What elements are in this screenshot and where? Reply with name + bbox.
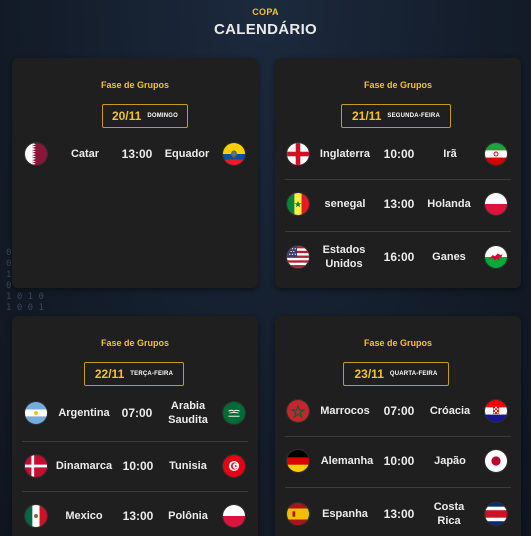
- match-time: 07:00: [121, 406, 153, 420]
- germany-flag-icon: [286, 449, 310, 473]
- away-team-name: Polônia: [168, 510, 208, 522]
- match-row[interactable]: Catar 13:00 Equador: [12, 129, 258, 179]
- poland-flag-icon: [222, 504, 246, 528]
- home-team-name: Inglaterra: [319, 148, 371, 160]
- away-team-name: Tunisia: [169, 460, 207, 472]
- date-badge: 21/11 SEGUNDA-FEIRA: [341, 104, 451, 128]
- weekday-label: DOMINGO: [147, 113, 179, 119]
- away-team-name: Japão: [434, 455, 466, 467]
- match-row[interactable]: Alemanha 10:00 Japão: [275, 436, 521, 486]
- match-time: 07:00: [383, 404, 415, 418]
- page-title: CALENDÁRIO: [214, 21, 317, 38]
- date-label: 20/11: [111, 109, 142, 123]
- home-team-name: Mexico: [65, 510, 103, 522]
- match-row[interactable]: Estados Unidos 16:00 Ganes: [275, 232, 521, 282]
- senegal-flag-icon: [286, 192, 310, 216]
- denmark-flag-icon: [24, 454, 48, 478]
- away-team-name: Holanda: [427, 198, 471, 210]
- croatia-flag-icon: [484, 399, 508, 423]
- phase-label: Fase de Grupos: [100, 80, 170, 90]
- weekday-label: QUARTA-FEIRA: [389, 371, 438, 377]
- phase-label: Fase de Grupos: [363, 338, 433, 348]
- usa-flag-icon: [286, 245, 310, 269]
- match-day-card: Fase de Grupos 21/11 SEGUNDA-FEIRA Ingla…: [275, 58, 521, 288]
- england-flag-icon: [286, 142, 310, 166]
- match-time: 13:00: [121, 147, 153, 161]
- home-team-name: Dinamarca: [55, 460, 113, 472]
- iran-flag-icon: [484, 142, 508, 166]
- home-team-name: Espanha: [322, 508, 368, 520]
- brand-label: COPA: [252, 7, 279, 17]
- match-time: 10:00: [383, 147, 415, 161]
- qatar-flag-icon: [24, 142, 48, 166]
- home-team-name: Alemanha: [320, 455, 374, 467]
- away-team-name: Cróacia: [429, 405, 471, 417]
- saudi-arabia-flag-icon: [222, 401, 246, 425]
- phase-label: Fase de Grupos: [100, 338, 170, 348]
- date-badge: 20/11 DOMINGO: [102, 104, 188, 128]
- argentina-flag-icon: [24, 401, 48, 425]
- date-badge: 22/11 TERÇA-FEIRA: [84, 362, 184, 386]
- ecuador-flag-icon: [222, 142, 246, 166]
- weekday-label: TERÇA-FEIRA: [130, 371, 174, 377]
- match-row[interactable]: Dinamarca 10:00 Tunisia: [12, 441, 258, 491]
- netherlands-flag-icon: [484, 192, 508, 216]
- japan-flag-icon: [484, 449, 508, 473]
- match-row[interactable]: Mexico 13:00 Polônia: [12, 491, 258, 536]
- spain-flag-icon: [286, 502, 310, 526]
- date-label: 22/11: [94, 367, 125, 381]
- home-team-name: Estados Unidos: [322, 244, 366, 270]
- match-row[interactable]: Marrocos 07:00 Cróacia: [275, 386, 521, 436]
- away-team-name: Equador: [164, 148, 210, 160]
- match-row[interactable]: Espanha 13:00 Costa Rica: [275, 489, 521, 536]
- match-row[interactable]: Inglaterra 10:00 Irã: [275, 129, 521, 179]
- away-team-name: Ganes: [432, 251, 466, 263]
- weekday-label: SEGUNDA-FEIRA: [387, 113, 440, 119]
- match-day-card: Fase de Grupos 22/11 TERÇA-FEIRA Argenti…: [12, 316, 258, 536]
- match-time: 10:00: [122, 459, 154, 473]
- costa-rica-flag-icon: [484, 502, 508, 526]
- date-label: 21/11: [352, 109, 382, 123]
- away-team-name: Costa Rica: [433, 501, 465, 527]
- match-time: 13:00: [383, 197, 415, 211]
- match-row[interactable]: Argentina 07:00 Arabia Saudita: [12, 388, 258, 438]
- date-label: 23/11: [354, 367, 384, 381]
- home-team-name: senegal: [324, 198, 366, 210]
- date-badge: 23/11 QUARTA-FEIRA: [343, 362, 449, 386]
- mexico-flag-icon: [24, 504, 48, 528]
- away-team-name: Irã: [443, 148, 457, 160]
- match-day-card: Fase de Grupos 23/11 QUARTA-FEIRA Marroc…: [275, 316, 521, 536]
- wales-flag-icon: [484, 245, 508, 269]
- home-team-name: Marrocos: [320, 405, 370, 417]
- match-row[interactable]: senegal 13:00 Holanda: [275, 179, 521, 229]
- match-divider: [285, 487, 511, 488]
- match-day-card: Fase de Grupos 20/11 DOMINGO Catar 13:00…: [12, 58, 258, 288]
- morocco-flag-icon: [286, 399, 310, 423]
- match-time: 13:00: [122, 509, 154, 523]
- phase-label: Fase de Grupos: [363, 80, 433, 90]
- home-team-name: Argentina: [58, 407, 110, 419]
- match-time: 13:00: [383, 507, 415, 521]
- match-time: 16:00: [383, 250, 415, 264]
- match-time: 10:00: [383, 454, 415, 468]
- away-team-name: Arabia Saudita: [168, 400, 208, 426]
- tunisia-flag-icon: [222, 454, 246, 478]
- home-team-name: Catar: [70, 148, 100, 160]
